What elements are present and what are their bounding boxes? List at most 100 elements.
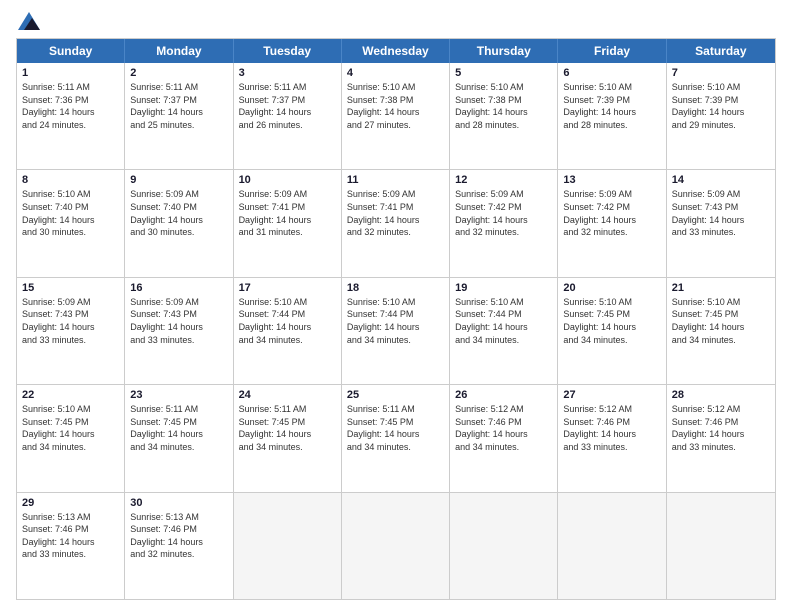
calendar-header: Sunday Monday Tuesday Wednesday Thursday… — [17, 39, 775, 63]
calendar-row-3: 15 Sunrise: 5:09 AMSunset: 7:43 PMDayligh… — [17, 277, 775, 384]
day-number: 1 — [22, 67, 119, 79]
day-number: 15 — [22, 282, 119, 294]
day-number: 13 — [563, 174, 660, 186]
weekday-thursday: Thursday — [450, 39, 558, 63]
cell-info: Sunrise: 5:11 AMSunset: 7:37 PMDaylight:… — [130, 81, 227, 131]
calendar: Sunday Monday Tuesday Wednesday Thursday… — [16, 38, 776, 600]
calendar-cell — [234, 493, 342, 599]
cell-info: Sunrise: 5:09 AMSunset: 7:43 PMDaylight:… — [130, 296, 227, 346]
day-number: 25 — [347, 389, 444, 401]
cell-info: Sunrise: 5:10 AMSunset: 7:40 PMDaylight:… — [22, 188, 119, 238]
day-number: 30 — [130, 497, 227, 509]
cell-info: Sunrise: 5:10 AMSunset: 7:39 PMDaylight:… — [672, 81, 770, 131]
calendar-cell — [450, 493, 558, 599]
cell-info: Sunrise: 5:12 AMSunset: 7:46 PMDaylight:… — [563, 403, 660, 453]
cell-info: Sunrise: 5:09 AMSunset: 7:42 PMDaylight:… — [455, 188, 552, 238]
calendar-cell: 21 Sunrise: 5:10 AMSunset: 7:45 PMDayligh… — [667, 278, 775, 384]
calendar-row-5: 29 Sunrise: 5:13 AMSunset: 7:46 PMDayligh… — [17, 492, 775, 599]
calendar-cell: 1 Sunrise: 5:11 AMSunset: 7:36 PMDaylight… — [17, 63, 125, 169]
day-number: 19 — [455, 282, 552, 294]
day-number: 2 — [130, 67, 227, 79]
calendar-cell: 19 Sunrise: 5:10 AMSunset: 7:44 PMDayligh… — [450, 278, 558, 384]
cell-info: Sunrise: 5:09 AMSunset: 7:41 PMDaylight:… — [239, 188, 336, 238]
cell-info: Sunrise: 5:13 AMSunset: 7:46 PMDaylight:… — [22, 511, 119, 561]
calendar-cell: 4 Sunrise: 5:10 AMSunset: 7:38 PMDaylight… — [342, 63, 450, 169]
cell-info: Sunrise: 5:09 AMSunset: 7:40 PMDaylight:… — [130, 188, 227, 238]
weekday-sunday: Sunday — [17, 39, 125, 63]
weekday-friday: Friday — [558, 39, 666, 63]
cell-info: Sunrise: 5:10 AMSunset: 7:44 PMDaylight:… — [347, 296, 444, 346]
calendar-cell: 20 Sunrise: 5:10 AMSunset: 7:45 PMDayligh… — [558, 278, 666, 384]
day-number: 11 — [347, 174, 444, 186]
day-number: 4 — [347, 67, 444, 79]
calendar-body: 1 Sunrise: 5:11 AMSunset: 7:36 PMDaylight… — [17, 63, 775, 599]
cell-info: Sunrise: 5:11 AMSunset: 7:45 PMDaylight:… — [347, 403, 444, 453]
calendar-cell: 2 Sunrise: 5:11 AMSunset: 7:37 PMDaylight… — [125, 63, 233, 169]
cell-info: Sunrise: 5:10 AMSunset: 7:45 PMDaylight:… — [563, 296, 660, 346]
calendar-cell: 17Sunrise: 5:10 AMSunset: 7:44 PMDayligh… — [234, 278, 342, 384]
cell-info: Sunrise: 5:09 AMSunset: 7:42 PMDaylight:… — [563, 188, 660, 238]
weekday-wednesday: Wednesday — [342, 39, 450, 63]
cell-info: Sunrise: 5:10 AMSunset: 7:45 PMDaylight:… — [672, 296, 770, 346]
calendar-cell: 24 Sunrise: 5:11 AMSunset: 7:45 PMDayligh… — [234, 385, 342, 491]
cell-info: Sunrise: 5:12 AMSunset: 7:46 PMDaylight:… — [672, 403, 770, 453]
calendar-row-4: 22 Sunrise: 5:10 AMSunset: 7:45 PMDayligh… — [17, 384, 775, 491]
cell-info: Sunrise: 5:10 AMSunset: 7:45 PMDaylight:… — [22, 403, 119, 453]
cell-info: Sunrise: 5:10 AMSunset: 7:39 PMDaylight:… — [563, 81, 660, 131]
calendar-cell: 16 Sunrise: 5:09 AMSunset: 7:43 PMDayligh… — [125, 278, 233, 384]
day-number: 14 — [672, 174, 770, 186]
cell-info: Sunrise: 5:09 AMSunset: 7:41 PMDaylight:… — [347, 188, 444, 238]
weekday-tuesday: Tuesday — [234, 39, 342, 63]
day-number: 3 — [239, 67, 336, 79]
cell-info: Sunrise: 5:10 AMSunset: 7:44 PMDaylight:… — [455, 296, 552, 346]
day-number: 12 — [455, 174, 552, 186]
logo-icon — [18, 12, 40, 30]
day-number: 26 — [455, 389, 552, 401]
day-number: 21 — [672, 282, 770, 294]
day-number: 10 — [239, 174, 336, 186]
cell-info: Sunrise: 5:09 AMSunset: 7:43 PMDaylight:… — [22, 296, 119, 346]
calendar-cell: 22 Sunrise: 5:10 AMSunset: 7:45 PMDayligh… — [17, 385, 125, 491]
page: Sunday Monday Tuesday Wednesday Thursday… — [0, 0, 792, 612]
calendar-cell: 29 Sunrise: 5:13 AMSunset: 7:46 PMDayligh… — [17, 493, 125, 599]
calendar-cell: 10 Sunrise: 5:09 AMSunset: 7:41 PMDayligh… — [234, 170, 342, 276]
calendar-cell: 28Sunrise: 5:12 AMSunset: 7:46 PMDayligh… — [667, 385, 775, 491]
calendar-cell — [342, 493, 450, 599]
cell-info: Sunrise: 5:11 AMSunset: 7:45 PMDaylight:… — [239, 403, 336, 453]
calendar-cell: 11 Sunrise: 5:09 AMSunset: 7:41 PMDayligh… — [342, 170, 450, 276]
calendar-cell: 18Sunrise: 5:10 AMSunset: 7:44 PMDayligh… — [342, 278, 450, 384]
cell-info: Sunrise: 5:10 AMSunset: 7:38 PMDaylight:… — [347, 81, 444, 131]
day-number: 17 — [239, 282, 336, 294]
cell-info: Sunrise: 5:11 AMSunset: 7:37 PMDaylight:… — [239, 81, 336, 131]
weekday-monday: Monday — [125, 39, 233, 63]
calendar-cell: 27 Sunrise: 5:12 AMSunset: 7:46 PMDayligh… — [558, 385, 666, 491]
calendar-cell: 13 Sunrise: 5:09 AMSunset: 7:42 PMDayligh… — [558, 170, 666, 276]
calendar-cell: 8 Sunrise: 5:10 AMSunset: 7:40 PMDaylight… — [17, 170, 125, 276]
calendar-cell: 26 Sunrise: 5:12 AMSunset: 7:46 PMDayligh… — [450, 385, 558, 491]
day-number: 29 — [22, 497, 119, 509]
cell-info: Sunrise: 5:11 AMSunset: 7:36 PMDaylight:… — [22, 81, 119, 131]
calendar-cell: 6 Sunrise: 5:10 AMSunset: 7:39 PMDaylight… — [558, 63, 666, 169]
day-number: 9 — [130, 174, 227, 186]
calendar-cell: 15 Sunrise: 5:09 AMSunset: 7:43 PMDayligh… — [17, 278, 125, 384]
calendar-cell: 3 Sunrise: 5:11 AMSunset: 7:37 PMDaylight… — [234, 63, 342, 169]
header — [16, 12, 776, 30]
calendar-cell — [667, 493, 775, 599]
cell-info: Sunrise: 5:09 AMSunset: 7:43 PMDaylight:… — [672, 188, 770, 238]
day-number: 27 — [563, 389, 660, 401]
cell-info: Sunrise: 5:12 AMSunset: 7:46 PMDaylight:… — [455, 403, 552, 453]
weekday-saturday: Saturday — [667, 39, 775, 63]
day-number: 23 — [130, 389, 227, 401]
calendar-cell: 5Sunrise: 5:10 AMSunset: 7:38 PMDaylight… — [450, 63, 558, 169]
cell-info: Sunrise: 5:13 AMSunset: 7:46 PMDaylight:… — [130, 511, 227, 561]
day-number: 22 — [22, 389, 119, 401]
day-number: 20 — [563, 282, 660, 294]
cell-info: Sunrise: 5:10 AMSunset: 7:38 PMDaylight:… — [455, 81, 552, 131]
calendar-cell: 9 Sunrise: 5:09 AMSunset: 7:40 PMDaylight… — [125, 170, 233, 276]
calendar-cell: 30 Sunrise: 5:13 AMSunset: 7:46 PMDayligh… — [125, 493, 233, 599]
day-number: 16 — [130, 282, 227, 294]
day-number: 24 — [239, 389, 336, 401]
calendar-cell: 12 Sunrise: 5:09 AMSunset: 7:42 PMDayligh… — [450, 170, 558, 276]
day-number: 6 — [563, 67, 660, 79]
day-number: 8 — [22, 174, 119, 186]
